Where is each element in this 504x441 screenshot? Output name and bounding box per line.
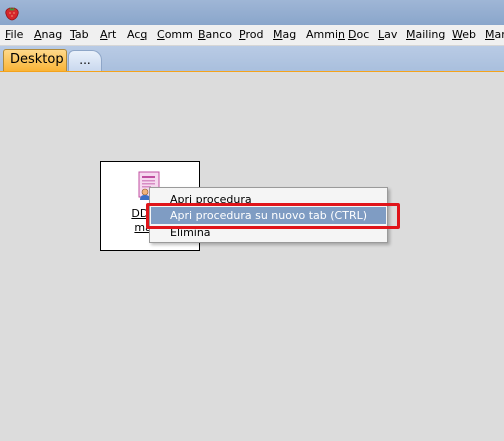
menu-lav[interactable]: Lav [378,28,397,42]
strawberry-icon[interactable] [4,4,20,21]
menu-art[interactable]: Art [100,28,116,42]
menu-acq[interactable]: Acq [127,28,147,42]
tab-more[interactable]: ... [68,50,102,71]
title-bar [0,0,504,25]
tab-desktop[interactable]: Desktop [3,49,67,71]
menu-bar: File Anag Tab Art Acq Comm Banco Prod Ma… [0,25,504,46]
menu-doc[interactable]: Doc [348,28,369,42]
menu-ammin[interactable]: Ammin [306,28,345,42]
tab-strip: Desktop ... [0,46,504,72]
menu-mag[interactable]: Mag [273,28,296,42]
menu-file[interactable]: File [5,28,23,42]
menu-banco[interactable]: Banco [198,28,232,42]
desktop-area[interactable] [0,72,504,441]
menu-prod[interactable]: Prod [239,28,263,42]
menu-anag[interactable]: Anag [34,28,62,42]
menu-comm[interactable]: Comm [157,28,193,42]
menu-mar[interactable]: Mar [485,28,504,42]
menu-tab[interactable]: Tab [70,28,89,42]
menu-web[interactable]: Web [452,28,476,42]
menu-mailing[interactable]: Mailing [406,28,445,42]
highlight-annotation [146,203,400,229]
